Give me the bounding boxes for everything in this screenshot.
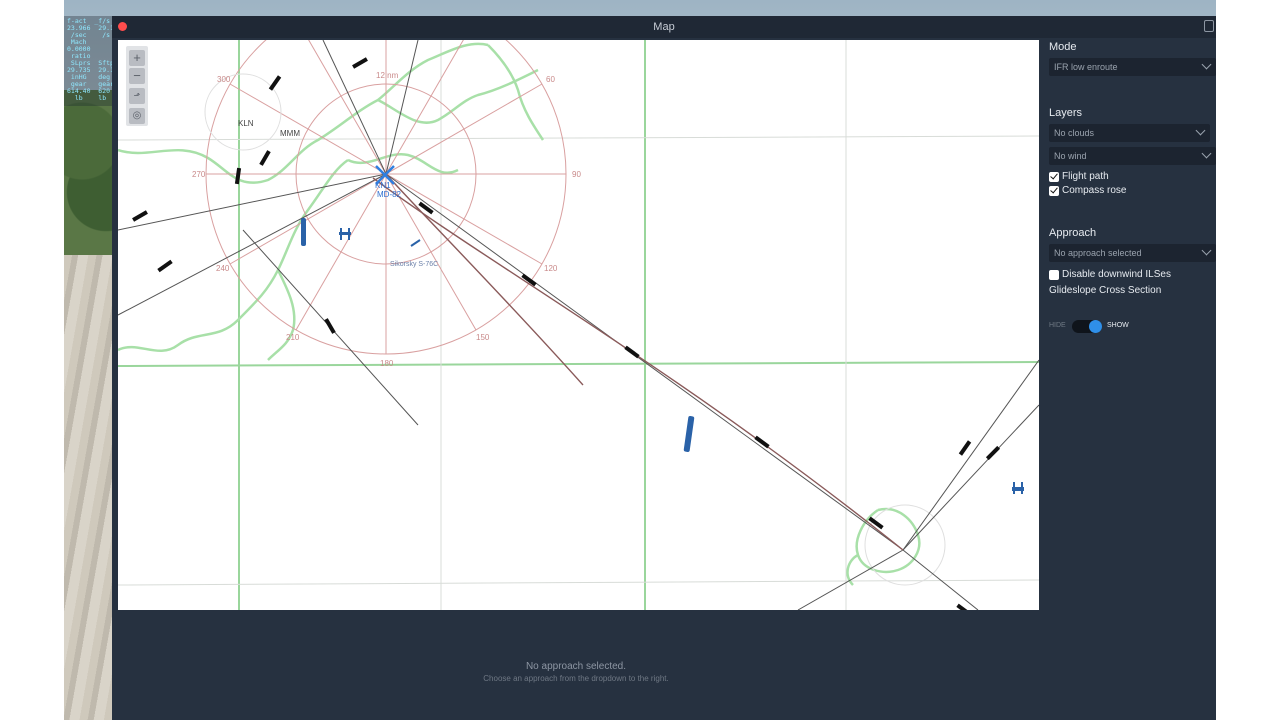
window-title: Map	[653, 21, 675, 33]
zoom-out-button[interactable]: −	[129, 68, 145, 84]
wind-dropdown-value: No wind	[1054, 151, 1087, 161]
mode-dropdown[interactable]: IFR low enroute	[1049, 58, 1216, 76]
flight-path-label: Flight path	[1062, 171, 1109, 182]
airways	[118, 40, 1039, 610]
hud-line: lb lb	[67, 94, 107, 102]
title-bar[interactable]: Map	[112, 16, 1216, 38]
rose-label-300: 300	[217, 75, 231, 84]
helicopter-icon	[410, 239, 421, 247]
compass-rose-checkbox[interactable]	[1049, 186, 1059, 196]
approach-status-hint: Choose an approach from the dropdown to …	[483, 674, 669, 683]
mode-label: Mode	[1049, 41, 1077, 53]
rose-label-270: 270	[192, 170, 206, 179]
map-window: Map 300 60 90 120 150 180 210 240 270 12…	[112, 16, 1216, 720]
heliport-icon-east	[1012, 487, 1024, 491]
hide-label: HIDE	[1049, 322, 1066, 329]
ship-icon-west	[301, 218, 306, 246]
fix-label-kln: KLN	[238, 119, 254, 128]
north-up-icon[interactable]: ⬏	[129, 88, 145, 104]
rose-label-60: 60	[546, 75, 555, 84]
clouds-dropdown[interactable]: No clouds	[1049, 124, 1210, 142]
popout-icon[interactable]	[1204, 20, 1214, 32]
toggle-knob	[1089, 320, 1102, 333]
chevron-down-icon	[1195, 125, 1206, 136]
airway-markers	[132, 57, 1001, 610]
clouds-dropdown-value: No clouds	[1054, 128, 1095, 138]
disable-ils-label: Disable downwind ILSes	[1062, 269, 1171, 280]
aircraft-type-label: MD-82	[377, 190, 402, 199]
chevron-down-icon	[1201, 245, 1212, 256]
flight-path-checkbox[interactable]	[1049, 172, 1059, 182]
map-zoom-controls: + − ⬏ ◎	[126, 46, 148, 126]
map-canvas[interactable]: 300 60 90 120 150 180 210 240 270 12 nm …	[118, 40, 1039, 610]
zoom-in-button[interactable]: +	[129, 50, 145, 66]
show-label: SHOW	[1107, 322, 1129, 329]
rose-labels: 300 60 90 120 150 180 210 240 270 12 nm	[192, 71, 581, 368]
rose-label-150: 150	[476, 333, 490, 342]
rose-label-90: 90	[572, 170, 581, 179]
wind-dropdown[interactable]: No wind	[1049, 147, 1216, 165]
chevron-down-icon	[1201, 59, 1212, 70]
helicopter-label: Sikorsky S-76C	[390, 261, 438, 268]
layers-label: Layers	[1049, 107, 1083, 119]
rose-label-180: 180	[380, 359, 394, 368]
disable-ils-checkbox[interactable]	[1049, 270, 1059, 280]
map-labels: KLN MMM KN1 MD-82 Sikorsky S-76C	[238, 119, 438, 268]
desktop: f-act _f/s 23.966 29.1 /sec /s Mach 0.0000…	[0, 0, 1280, 720]
ship-icon-center	[683, 416, 695, 452]
chart-grid	[118, 40, 1039, 610]
approach-dropdown[interactable]: No approach selected	[1049, 244, 1216, 262]
heliport-icon-west	[339, 232, 351, 235]
mode-dropdown-value: IFR low enroute	[1054, 62, 1118, 72]
airport-rose-kln	[204, 73, 282, 151]
glideslope-toggle[interactable]	[1072, 320, 1102, 333]
approach-label: Approach	[1049, 227, 1097, 239]
chevron-down-icon	[1201, 148, 1212, 159]
fix-label-mmm: MMM	[280, 129, 300, 138]
glideslope-label: Glideslope Cross Section	[1049, 285, 1162, 296]
hud-readout: f-act _f/s 23.966 29.1 /sec /s Mach 0.0000…	[64, 16, 118, 106]
approach-status-message: No approach selected.	[525, 661, 627, 672]
chart-subgrid	[118, 40, 1039, 610]
ring-range-label: 12 nm	[376, 71, 399, 80]
compass-rose-label: Compass rose	[1062, 185, 1127, 196]
center-aircraft-icon[interactable]: ◎	[129, 108, 145, 124]
rose-label-210: 210	[286, 333, 300, 342]
aircraft-id-label: KN1	[375, 181, 391, 190]
rose-label-120: 120	[544, 264, 558, 273]
glideslope-toggle-row: HIDE SHOW	[1049, 318, 1169, 334]
settings-panel: Mode IFR low enroute Layers No clouds No…	[1043, 40, 1216, 340]
rose-label-240: 240	[216, 264, 230, 273]
approach-dropdown-value: No approach selected	[1054, 248, 1142, 258]
map-svg: 300 60 90 120 150 180 210 240 270 12 nm …	[118, 40, 1039, 610]
